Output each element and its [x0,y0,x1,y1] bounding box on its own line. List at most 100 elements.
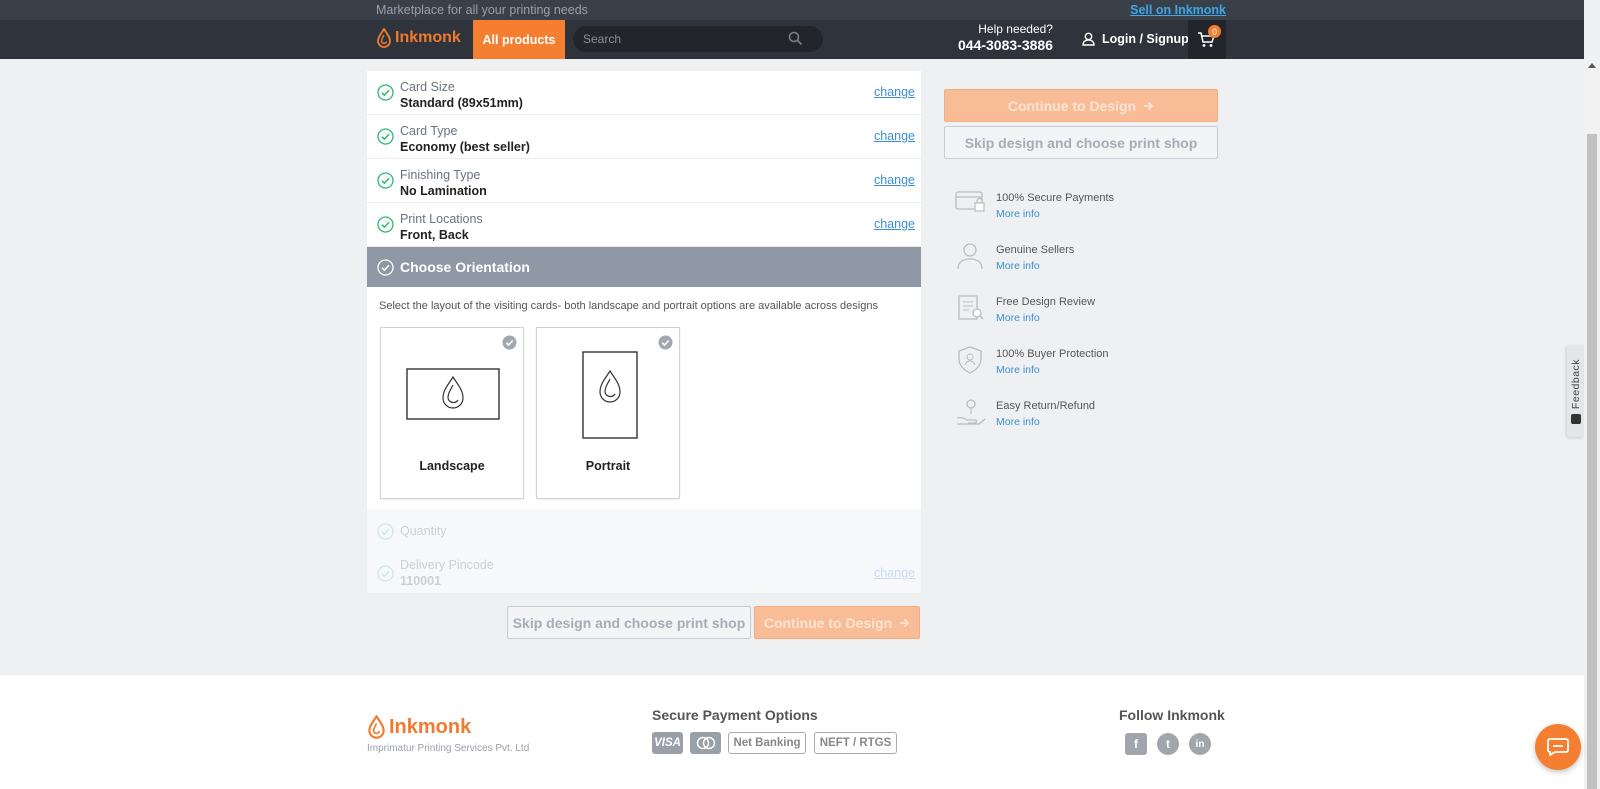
footer: Inkmonk Imprimatur Printing Services Pvt… [0,675,1584,789]
more-info-link[interactable]: More info [996,416,1040,428]
more-info-link[interactable]: More info [996,208,1040,220]
mastercard-badge [690,732,721,754]
page-scrollbar[interactable] [1584,59,1600,789]
feature-title: Free Design Review [996,296,1096,308]
mastercard-icon [696,736,715,750]
search-box [573,26,823,52]
feature-title: 100% Buyer Protection [996,348,1109,360]
check-circle-icon [377,128,394,145]
scrollbar-thumb[interactable] [1587,134,1597,789]
net-banking-badge: Net Banking [728,732,806,754]
linkedin-icon[interactable]: in [1189,733,1211,755]
change-finishing-link[interactable]: change [874,173,915,187]
sell-on-inkmonk-link[interactable]: Sell on Inkmonk [1130,3,1226,17]
neft-rtgs-badge: NEFT / RTGS [814,732,897,754]
change-print-locations-link[interactable]: change [874,217,915,231]
feedback-tab[interactable]: Feedback [1567,345,1584,437]
twitter-icon[interactable]: t [1157,733,1179,755]
feature-easy-return: Easy Return/Refund More info [955,397,1215,437]
check-badge-icon [658,335,673,350]
main-header: Inkmonk All products Help needed? 044-30… [0,20,1584,59]
change-card-type-link[interactable]: change [874,129,915,143]
cart-count-badge: 0 [1208,25,1221,38]
visa-badge: VISA [652,732,683,754]
orientation-header: Choose Orientation [367,247,921,287]
portrait-card-icon [582,351,638,439]
search-input[interactable] [583,26,783,52]
footer-logo-text: Inkmonk [389,715,472,738]
orientation-description: Select the layout of the visiting cards-… [379,300,878,312]
company-name: Imprimatur Printing Services Pvt. Ltd [367,743,530,754]
orientation-label: Portrait [585,459,631,473]
user-icon [1082,32,1095,46]
check-circle-icon [377,523,394,540]
feedback-icon [1571,414,1581,424]
login-signup-button[interactable]: Login / Signup [1082,32,1189,46]
help-phone[interactable]: 044-3083-3886 [958,37,1053,53]
more-info-link[interactable]: More info [996,312,1040,324]
continue-to-design-button-bottom[interactable]: Continue to Design [754,606,920,639]
config-label: Card Type [400,124,458,138]
ink-drop-icon [377,28,391,48]
card-config-panel: Card Size Standard (89x51mm) change Card… [367,71,921,593]
hand-refund-icon [956,399,986,425]
cart-button[interactable]: 0 [1188,20,1226,59]
landscape-card-icon [406,368,500,420]
payment-options-title: Secure Payment Options [652,707,818,723]
orientation-option-landscape[interactable]: Landscape [380,327,524,499]
config-row-delivery-pincode: Delivery Pincode 110001 change [367,551,921,593]
facebook-icon[interactable]: f [1125,733,1147,755]
skip-design-button[interactable]: Skip design and choose print shop [944,126,1218,159]
feature-secure-payments: 100% Secure Payments More info [955,189,1215,229]
chat-icon [1547,738,1569,756]
footer-logo[interactable]: Inkmonk [367,715,471,739]
orientation-label: Landscape [419,459,485,473]
check-circle-icon [377,84,394,101]
feature-title: 100% Secure Payments [996,192,1115,204]
config-value: No Lamination [400,184,487,198]
more-info-link[interactable]: More info [996,260,1040,272]
pincode-value: 110001 [400,574,442,588]
change-card-size-link[interactable]: change [874,85,915,99]
arrow-right-icon [1144,101,1154,110]
check-circle-icon [377,172,394,189]
logo[interactable]: Inkmonk [376,28,461,48]
check-circle-icon [377,216,394,233]
more-info-link[interactable]: More info [996,364,1040,376]
tagline: Marketplace for all your printing needs [376,3,588,17]
config-value: Standard (89x51mm) [400,96,523,110]
config-row-finishing-type: Finishing Type No Lamination change [367,159,921,203]
config-row-card-size: Card Size Standard (89x51mm) change [367,71,921,115]
config-row-print-locations: Print Locations Front, Back change [367,203,921,247]
ink-drop-icon [368,715,385,739]
config-label: Card Size [400,80,455,94]
orientation-body: Select the layout of the visiting cards-… [367,287,921,509]
help-question: Help needed? [978,22,1053,36]
logo-text: Inkmonk [395,29,461,46]
scroll-up-arrow[interactable] [1588,63,1596,68]
chat-button[interactable] [1535,724,1581,770]
continue-label: Continue to Design [763,614,893,631]
person-icon [957,243,983,270]
config-label: Print Locations [400,212,483,226]
feature-title: Genuine Sellers [996,244,1075,256]
document-review-icon [958,295,984,320]
orientation-option-portrait[interactable]: Portrait [536,327,680,499]
config-value: Front, Back [400,228,469,242]
change-pincode-link[interactable]: change [874,566,915,580]
search-icon[interactable] [788,31,803,46]
config-label: Finishing Type [400,168,481,182]
feature-genuine-sellers: Genuine Sellers More info [955,241,1215,281]
all-products-button[interactable]: All products [473,20,565,59]
check-circle-icon [377,565,394,582]
continue-to-design-button[interactable]: Continue to Design [944,89,1218,122]
arrow-right-icon [900,618,910,627]
check-circle-icon [377,259,394,276]
skip-design-button-bottom[interactable]: Skip design and choose print shop [507,606,751,639]
top-strip: Marketplace for all your printing needs … [0,0,1584,20]
quantity-label: Quantity [400,524,447,538]
feedback-label: Feedback [1570,358,1582,410]
feature-buyer-protection: 100% Buyer Protection More info [955,345,1215,385]
help-block: Help needed? 044-3083-3886 [958,22,1053,53]
config-value: Economy (best seller) [400,140,530,154]
